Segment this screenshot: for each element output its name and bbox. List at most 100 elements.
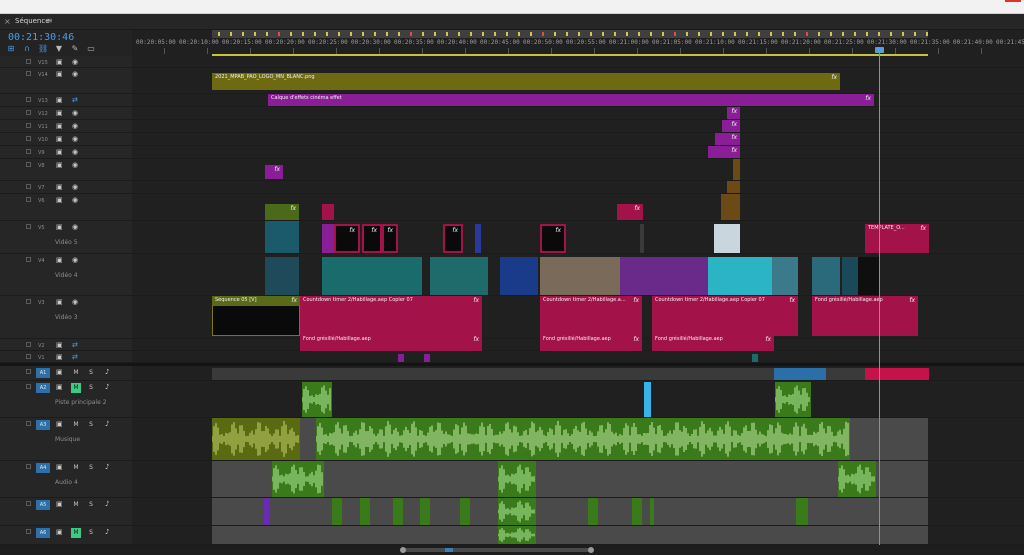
audio-clip[interactable]	[498, 461, 536, 497]
marker[interactable]	[542, 32, 544, 36]
marker[interactable]	[410, 32, 412, 36]
microphone-icon[interactable]: ♪	[105, 463, 109, 471]
lock-track-toggle[interactable]	[26, 421, 31, 426]
film-icon[interactable]: ▣	[56, 96, 63, 104]
lock-track-toggle[interactable]	[26, 123, 31, 128]
lock-track-toggle[interactable]	[26, 110, 31, 115]
marker[interactable]	[314, 32, 316, 36]
film-icon[interactable]: ▣	[56, 256, 63, 264]
countdown-clip[interactable]: Countdown timer 2/Habillage.aep Copier 0…	[300, 296, 482, 336]
magenta-audio-clip[interactable]	[865, 368, 929, 380]
marker[interactable]	[602, 32, 604, 36]
marker[interactable]	[866, 32, 868, 36]
marker[interactable]	[650, 32, 652, 36]
track-lane[interactable]: fx	[132, 133, 1024, 145]
audio-clip[interactable]	[650, 498, 654, 525]
marker[interactable]	[326, 32, 328, 36]
blue-clip[interactable]	[500, 257, 538, 295]
solo-button[interactable]: S	[86, 528, 96, 538]
film-icon[interactable]: ▣	[56, 148, 63, 156]
marker[interactable]	[350, 32, 352, 36]
marker[interactable]	[926, 32, 928, 36]
solo-button[interactable]: S	[86, 500, 96, 510]
microphone-icon[interactable]: ♪	[105, 528, 109, 536]
track-lane[interactable]: fx	[132, 120, 1024, 132]
marker[interactable]	[758, 32, 760, 36]
fond-clip[interactable]: Fond grésillé/Habillage.aep fx	[812, 296, 918, 336]
brown-clip[interactable]	[733, 159, 740, 180]
sync-icon[interactable]: ▣	[56, 500, 63, 508]
playhead-handle[interactable]	[875, 47, 884, 53]
marker[interactable]	[854, 32, 856, 36]
audio-clip[interactable]	[272, 461, 324, 497]
marker[interactable]	[398, 32, 400, 36]
solo-button[interactable]: S	[86, 420, 96, 430]
marker[interactable]	[422, 32, 424, 36]
thumbnail-clip[interactable]	[714, 224, 740, 253]
track-lane[interactable]: fx fx	[132, 194, 1024, 220]
sync-icon[interactable]: ▣	[56, 368, 63, 376]
microphone-icon[interactable]: ♪	[105, 420, 109, 428]
marker[interactable]	[782, 32, 784, 36]
film-icon[interactable]: ▣	[56, 341, 63, 349]
logo-clip[interactable]: 2021_MPAB_PAO_LOGO_MN_BLANC.png fx	[212, 73, 840, 90]
lock-track-toggle[interactable]	[26, 464, 31, 469]
marker[interactable]	[806, 32, 808, 36]
track-lane[interactable]: Fond grésillé/Habillage.aep fx Fond grésil…	[132, 335, 1024, 351]
track-lane[interactable]	[132, 526, 1024, 544]
audio-clip[interactable]	[264, 498, 270, 525]
lock-track-toggle[interactable]	[26, 197, 31, 202]
teal-clip[interactable]	[752, 354, 758, 362]
mute-button[interactable]: M	[71, 500, 81, 510]
text-clip[interactable]	[858, 257, 880, 295]
toggle-output-icon[interactable]: ◉	[72, 223, 78, 231]
microphone-icon[interactable]: ♪	[105, 368, 109, 376]
track-lane[interactable]	[132, 461, 1024, 497]
solo-button[interactable]: S	[86, 383, 96, 393]
dark-clip[interactable]: fx	[362, 224, 382, 253]
marker[interactable]	[626, 32, 628, 36]
marker[interactable]	[566, 32, 568, 36]
toggle-output-icon[interactable]: ◉	[72, 58, 78, 66]
dark-clip[interactable]: fx	[382, 224, 398, 253]
marker[interactable]	[362, 32, 364, 36]
track-lane[interactable]: Séquence 05 [V]fxSéquence 05 [V]fxCountd…	[132, 296, 1024, 338]
sync-icon[interactable]: ▣	[56, 420, 63, 428]
calque-clip[interactable]: Calque d'effets cinéma effet fx	[268, 94, 874, 106]
marker[interactable]	[890, 32, 892, 36]
mute-button[interactable]: M	[71, 463, 81, 473]
track-target-button[interactable]: A5	[36, 500, 50, 510]
add-marker-icon[interactable]: ▼	[54, 44, 64, 54]
marker[interactable]	[818, 32, 820, 36]
toggle-output-icon[interactable]: ◉	[72, 298, 78, 306]
toggle-output-icon[interactable]: ◉	[72, 70, 78, 78]
audio-clip[interactable]	[796, 498, 808, 525]
microphone-icon[interactable]: ♪	[105, 383, 109, 391]
marker[interactable]	[470, 32, 472, 36]
sync-icon[interactable]: ▣	[56, 463, 63, 471]
marker[interactable]	[458, 32, 460, 36]
marker[interactable]	[518, 32, 520, 36]
marker[interactable]	[218, 32, 220, 36]
marker[interactable]	[266, 32, 268, 36]
film-icon[interactable]: ▣	[56, 135, 63, 143]
marker[interactable]	[914, 32, 916, 36]
marker[interactable]	[794, 32, 796, 36]
audio-clip[interactable]	[460, 498, 470, 525]
solo-button[interactable]: S	[86, 368, 96, 378]
marker[interactable]	[242, 32, 244, 36]
snap-icon[interactable]: ∩	[22, 44, 32, 54]
settings-wrench-icon[interactable]: ✎	[70, 44, 80, 54]
playhead-line[interactable]	[879, 47, 880, 545]
marker[interactable]	[698, 32, 700, 36]
marker[interactable]	[578, 32, 580, 36]
film-icon[interactable]: ▣	[56, 122, 63, 130]
lock-track-toggle[interactable]	[26, 257, 31, 262]
underwater-clip[interactable]	[708, 257, 772, 295]
fond-clip[interactable]: Fond grésillé/Habillage.aep fx	[300, 335, 482, 351]
purple-clip[interactable]	[398, 354, 404, 362]
track-target-button[interactable]: A2	[36, 383, 50, 393]
lock-track-toggle[interactable]	[26, 369, 31, 374]
magenta-clip[interactable]: fx	[617, 204, 643, 220]
lock-track-toggle[interactable]	[26, 529, 31, 534]
